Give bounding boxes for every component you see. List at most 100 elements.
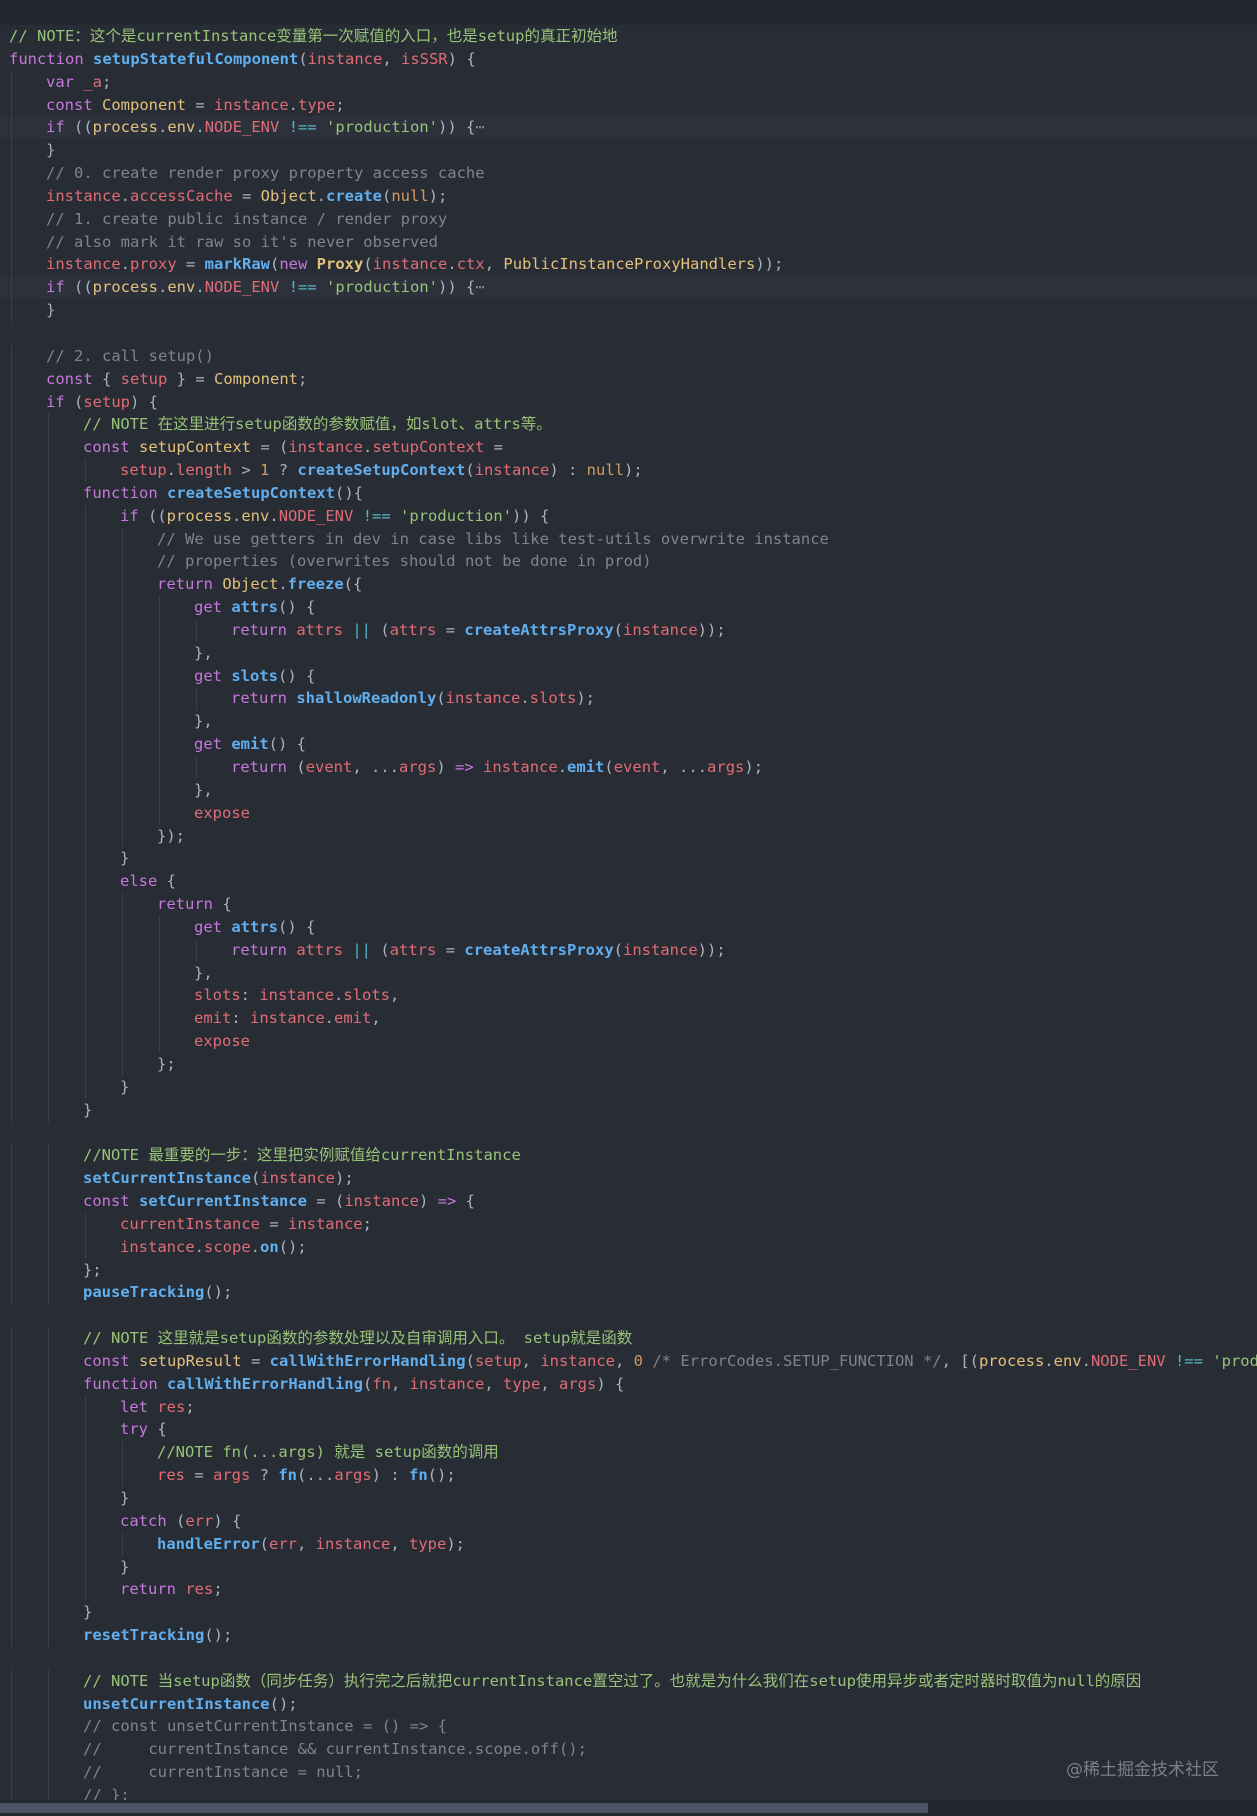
- code-line[interactable]: resetTracking();: [0, 1624, 1257, 1647]
- code-line[interactable]: setCurrentInstance(instance);: [0, 1167, 1257, 1191]
- code-line[interactable]: }: [0, 1098, 1257, 1122]
- code-line[interactable]: if ((process.env.NODE_ENV !== 'productio…: [0, 504, 1257, 528]
- code-line[interactable]: //NOTE fn(...args) 就是 setup函数的调用: [0, 1441, 1257, 1465]
- code-line[interactable]: }: [0, 1487, 1257, 1510]
- code-line[interactable]: },: [0, 641, 1257, 665]
- code-line[interactable]: });: [0, 824, 1257, 848]
- code-line[interactable]: function setupStatefulComponent(instance…: [0, 48, 1257, 71]
- horizontal-scrollbar-thumb[interactable]: [0, 1803, 928, 1813]
- code-line[interactable]: // 1. create public instance / render pr…: [0, 207, 1257, 231]
- code-line[interactable]: if ((process.env.NODE_ENV !== 'productio…: [0, 116, 1257, 140]
- code-line[interactable]: setup.length > 1 ? createSetupContext(in…: [0, 459, 1257, 482]
- code-line[interactable]: get attrs() {: [0, 596, 1257, 619]
- indent-guide: [48, 436, 49, 460]
- code-line[interactable]: // const unsetCurrentInstance = () => {: [0, 1715, 1257, 1739]
- code-line[interactable]: [0, 1647, 1257, 1670]
- code-line[interactable]: // NOTE 在这里进行setup函数的参数赋值，如slot、attrs等。: [0, 413, 1257, 437]
- code-line[interactable]: // 2. call setup(): [0, 344, 1257, 368]
- code-line[interactable]: return attrs || (attrs = createAttrsProx…: [0, 938, 1257, 962]
- code-line[interactable]: handleError(err, instance, type);: [0, 1532, 1257, 1556]
- code-line[interactable]: if (setup) {: [0, 390, 1257, 414]
- code-line-content: // currentInstance && currentInstance.sc…: [9, 1740, 587, 1758]
- code-line[interactable]: return Object.freeze({: [0, 573, 1257, 597]
- code-line[interactable]: return shallowReadonly(instance.slots);: [0, 687, 1257, 711]
- code-line[interactable]: }: [0, 1075, 1257, 1099]
- fold-ellipsis-icon[interactable]: ⋯: [475, 118, 484, 136]
- code-line[interactable]: slots: instance.slots,: [0, 984, 1257, 1008]
- code-line[interactable]: instance.proxy = markRaw(new Proxy(insta…: [0, 253, 1257, 277]
- code-line[interactable]: // properties (overwrites should not be …: [0, 550, 1257, 574]
- code-editor[interactable]: // NOTE：这个是currentInstance变量第一次赋值的入口，也是s…: [0, 25, 1257, 1800]
- indent-guide: [85, 733, 86, 756]
- code-line[interactable]: // };: [0, 1783, 1257, 1800]
- code-line[interactable]: else {: [0, 870, 1257, 894]
- code-line[interactable]: },: [0, 961, 1257, 985]
- horizontal-scrollbar[interactable]: [0, 1800, 1257, 1816]
- code-line[interactable]: get attrs() {: [0, 915, 1257, 939]
- code-line[interactable]: function createSetupContext(){: [0, 481, 1257, 505]
- code-line[interactable]: expose: [0, 801, 1257, 825]
- code-line[interactable]: expose: [0, 1030, 1257, 1053]
- code-line[interactable]: // also mark it raw so it's never observ…: [0, 230, 1257, 254]
- code-line[interactable]: currentInstance = instance;: [0, 1212, 1257, 1236]
- code-line[interactable]: // NOTE 当setup函数（同步任务）执行完之后就把currentInst…: [0, 1669, 1257, 1693]
- code-line[interactable]: [0, 1304, 1257, 1327]
- code-token: fn: [278, 1466, 297, 1485]
- code-line[interactable]: emit: instance.emit,: [0, 1007, 1257, 1031]
- code-line[interactable]: return res;: [0, 1578, 1257, 1602]
- code-token: .: [362, 438, 373, 457]
- code-line[interactable]: let res;: [0, 1395, 1257, 1419]
- code-line[interactable]: return attrs || (attrs = createAttrsProx…: [0, 618, 1257, 642]
- code-token: .: [316, 186, 326, 205]
- code-line[interactable]: return (event, ...args) => instance.emit…: [0, 756, 1257, 779]
- indent-guide: [48, 1601, 49, 1625]
- code-line[interactable]: // We use getters in dev in case libs li…: [0, 527, 1257, 551]
- code-token: :: [240, 986, 260, 1005]
- code-line[interactable]: }: [0, 299, 1257, 322]
- code-line[interactable]: const Component = instance.type;: [0, 93, 1257, 117]
- code-line[interactable]: //NOTE 最重要的一步：这里把实例赋值给currentInstance: [0, 1144, 1257, 1168]
- code-line[interactable]: const setupResult = callWithErrorHandlin…: [0, 1349, 1257, 1373]
- code-line[interactable]: };: [0, 1052, 1257, 1076]
- code-line[interactable]: instance.accessCache = Object.create(nul…: [0, 184, 1257, 208]
- indent-guide: [11, 1715, 12, 1739]
- code-line[interactable]: pauseTracking();: [0, 1281, 1257, 1305]
- code-line[interactable]: }: [0, 1555, 1257, 1579]
- code-line[interactable]: try {: [0, 1418, 1257, 1442]
- code-line[interactable]: function callWithErrorHandling(fn, insta…: [0, 1372, 1257, 1396]
- code-token: ,: [382, 49, 401, 68]
- code-line[interactable]: [0, 1122, 1257, 1145]
- code-token: };: [157, 1054, 176, 1073]
- code-line[interactable]: return {: [0, 893, 1257, 916]
- indent-guide: [48, 687, 49, 711]
- code-line[interactable]: const setupContext = (instance.setupCont…: [0, 436, 1257, 460]
- code-line[interactable]: instance.scope.on();: [0, 1235, 1257, 1259]
- code-line[interactable]: const { setup } = Component;: [0, 367, 1257, 391]
- code-token: /* ErrorCodes.SETUP_FUNCTION */: [652, 1351, 942, 1370]
- code-line[interactable]: const setCurrentInstance = (instance) =>…: [0, 1190, 1257, 1213]
- indent-guide: [11, 1052, 12, 1076]
- code-line[interactable]: },: [0, 778, 1257, 802]
- code-line[interactable]: }: [0, 139, 1257, 163]
- code-line[interactable]: [0, 322, 1257, 345]
- code-line[interactable]: // NOTE 这里就是setup函数的参数处理以及自审调用入口。 setup就…: [0, 1327, 1257, 1350]
- indent-guide: [122, 778, 123, 802]
- code-line[interactable]: }: [0, 1601, 1257, 1625]
- indent-guide: [11, 276, 12, 300]
- code-line[interactable]: unsetCurrentInstance();: [0, 1692, 1257, 1716]
- code-line[interactable]: },: [0, 710, 1257, 734]
- code-line[interactable]: }: [0, 847, 1257, 871]
- fold-ellipsis-icon[interactable]: ⋯: [475, 278, 484, 296]
- indent-guide: [85, 573, 86, 597]
- code-line[interactable]: // NOTE：这个是currentInstance变量第一次赋值的入口，也是s…: [0, 25, 1257, 48]
- code-line[interactable]: if ((process.env.NODE_ENV !== 'productio…: [0, 276, 1257, 300]
- code-line[interactable]: // 0. create render proxy property acces…: [0, 162, 1257, 185]
- code-line-content: // NOTE 这里就是setup函数的参数处理以及自审调用入口。 setup就…: [9, 1329, 632, 1347]
- code-line[interactable]: get slots() {: [0, 664, 1257, 688]
- code-line[interactable]: res = args ? fn(...args) : fn();: [0, 1464, 1257, 1487]
- code-line[interactable]: get emit() {: [0, 733, 1257, 756]
- code-line[interactable]: };: [0, 1258, 1257, 1282]
- indent-guide: [159, 801, 160, 825]
- code-line[interactable]: var _a;: [0, 70, 1257, 94]
- code-line[interactable]: catch (err) {: [0, 1509, 1257, 1533]
